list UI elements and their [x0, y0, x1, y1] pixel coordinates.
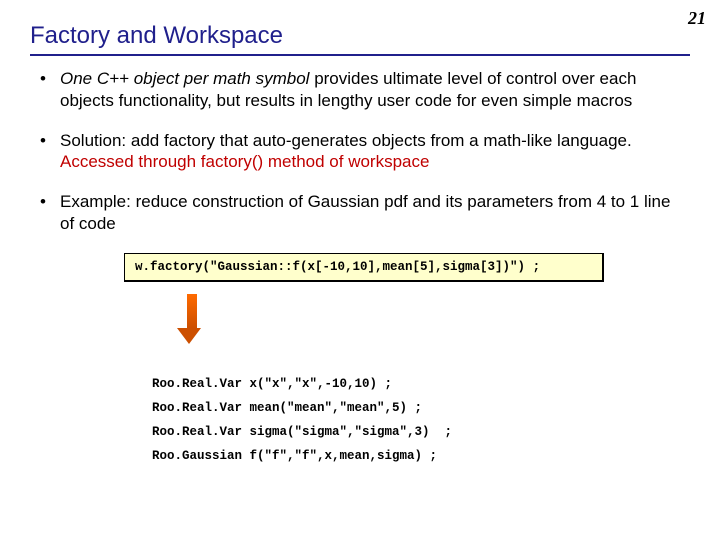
page-number: 21: [688, 8, 706, 29]
slide-title: Factory and Workspace: [30, 22, 690, 50]
title-block: Factory and Workspace: [0, 0, 720, 56]
code-line-4: Roo.Gaussian f("f","f",x,mean,sigma) ;: [152, 449, 437, 463]
content-area: One C++ object per math symbol provides …: [0, 56, 720, 492]
bullet-2: Solution: add factory that auto-generate…: [36, 130, 684, 174]
code-line-1: Roo.Real.Var x("x","x",-10,10) ;: [152, 377, 392, 391]
code-line-2: Roo.Real.Var mean("mean","mean",5) ;: [152, 401, 422, 415]
bullet-3: Example: reduce construction of Gaussian…: [36, 191, 684, 235]
factory-code-panel: w.factory("Gaussian::f(x[-10,10],mean[5]…: [124, 253, 604, 282]
bullet-1-emph: One C++ object per math symbol: [60, 69, 309, 88]
bullet-2-lead: Solution: add factory that auto-generate…: [60, 131, 632, 150]
bullet-list: One C++ object per math symbol provides …: [36, 68, 684, 235]
expanded-code-block: Roo.Real.Var x("x","x",-10,10) ; Roo.Rea…: [152, 350, 684, 493]
bullet-1: One C++ object per math symbol provides …: [36, 68, 684, 112]
down-arrow-icon: [180, 294, 204, 344]
code-line-3: Roo.Real.Var sigma("sigma","sigma",3) ;: [152, 425, 452, 439]
bullet-2-red: Accessed through factory() method of wor…: [60, 152, 429, 171]
